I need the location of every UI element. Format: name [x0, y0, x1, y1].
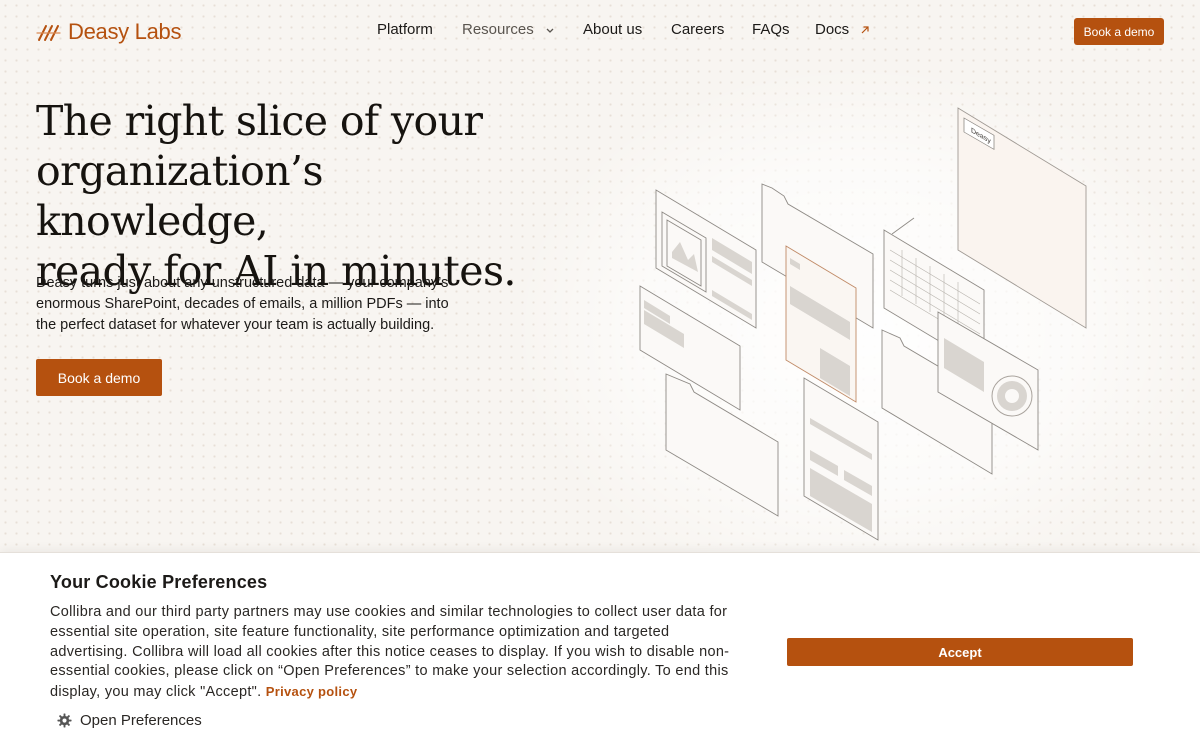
hero-title-line: organization’s knowledge, [36, 147, 323, 245]
nav-docs[interactable]: Docs [815, 21, 871, 38]
hero-subtitle: Deasy turns just about any unstructured … [36, 273, 466, 336]
hero-title-line: The right slice of your [36, 97, 483, 145]
nav-book-demo-button[interactable]: Book a demo [1074, 18, 1164, 45]
open-preferences-button[interactable]: Open Preferences [57, 712, 202, 729]
nav-careers[interactable]: Careers [671, 21, 724, 38]
gear-icon [57, 713, 72, 728]
cookie-banner: Your Cookie Preferences Collibra and our… [0, 552, 1200, 750]
hero-subtitle-line: the perfect dataset for whatever your te… [36, 317, 435, 333]
nav-resources[interactable]: Resources [462, 21, 556, 38]
external-link-icon [861, 25, 869, 33]
privacy-policy-link[interactable]: Privacy policy [266, 684, 358, 699]
cookie-body: Collibra and our third party partners ma… [50, 604, 730, 701]
nav-faqs[interactable]: FAQs [752, 21, 790, 38]
logo-text: Deasy Labs [68, 19, 182, 44]
nav-platform[interactable]: Platform [377, 21, 433, 38]
logo[interactable]: Deasy Labs [36, 18, 181, 46]
nav-about-us[interactable]: About us [583, 21, 642, 38]
hero-subtitle-line: enormous SharePoint, decades of emails, … [36, 296, 449, 312]
accept-cookies-button[interactable]: Accept [787, 638, 1133, 666]
cookie-text: Collibra and our third party partners ma… [50, 603, 750, 703]
open-preferences-label: Open Preferences [80, 712, 202, 729]
hero-subtitle-line: Deasy turns just about any unstructured … [36, 275, 449, 291]
hero-book-demo-button[interactable]: Book a demo [36, 359, 162, 396]
chevron-down-icon [546, 28, 554, 33]
document-stack-illustration: Deasy [639, 107, 1087, 541]
deasy-logo-icon [36, 25, 61, 41]
hero-title: The right slice of your organization’s k… [36, 96, 556, 296]
cookie-title: Your Cookie Preferences [50, 572, 268, 592]
top-nav: Deasy Labs Platform Resources About us C… [0, 0, 1200, 64]
